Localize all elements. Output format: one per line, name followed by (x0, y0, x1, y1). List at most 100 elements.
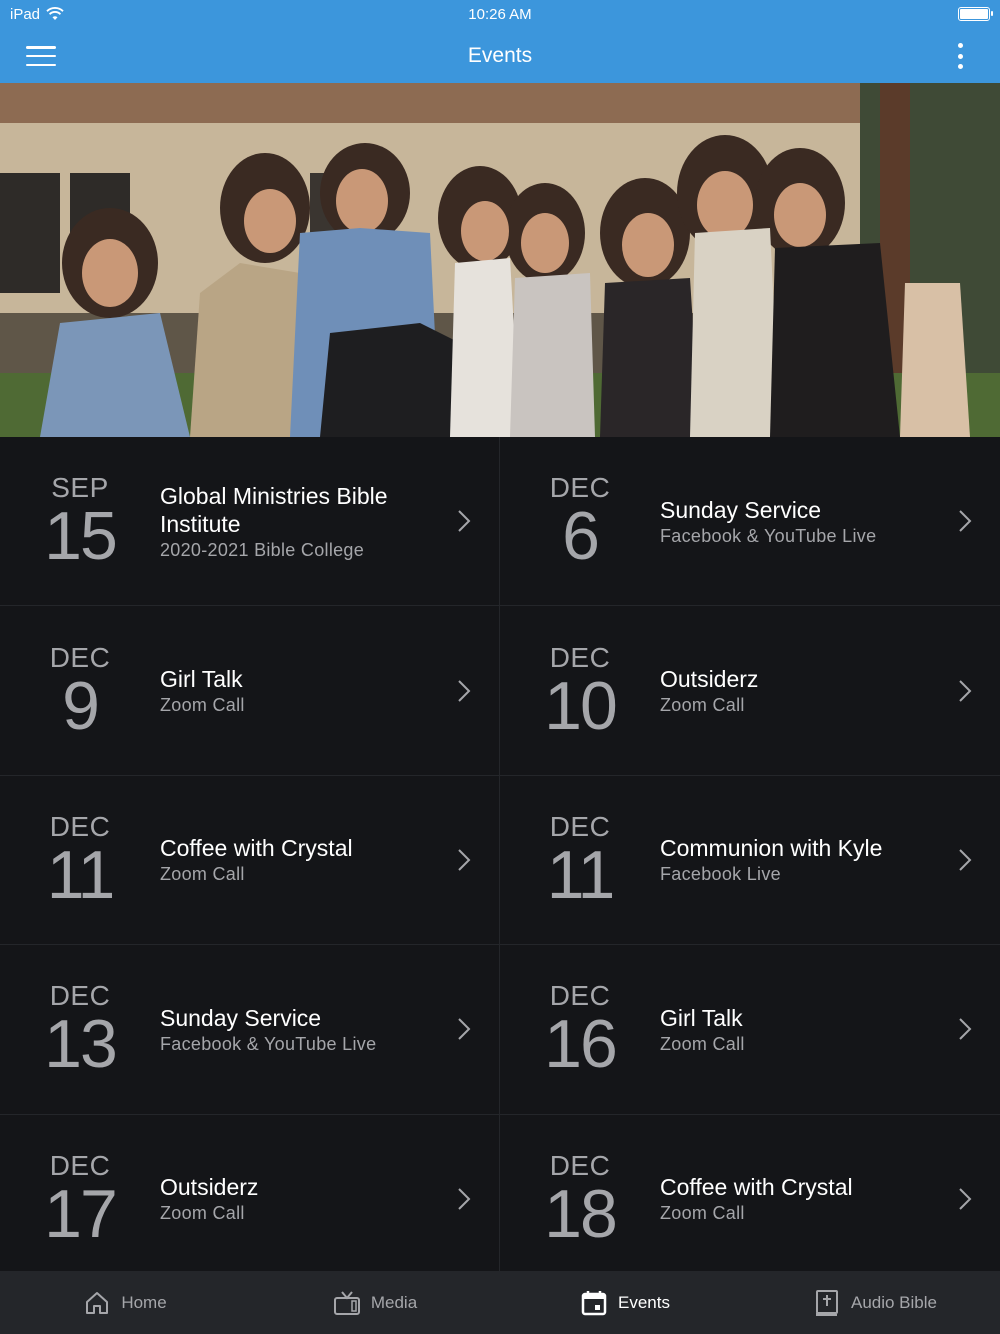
event-cell[interactable]: DEC 16 Girl Talk Zoom Call (500, 945, 1000, 1115)
event-date: DEC 10 (500, 642, 660, 744)
event-day: 11 (46, 836, 116, 913)
dot (957, 64, 963, 69)
event-day: 11 (546, 836, 616, 913)
chevron-right-icon (959, 849, 972, 871)
event-subtitle: Facebook Live (660, 864, 781, 885)
event-date: DEC 13 (0, 981, 160, 1079)
event-info: Global Ministries Bible Institute 2020-2… (160, 482, 499, 561)
chevron-right-icon (959, 1018, 972, 1041)
event-date: SEP 15 (0, 473, 160, 575)
event-subtitle: Zoom Call (660, 1203, 745, 1224)
nav-bar: Events (0, 28, 1000, 83)
hamburger-line (26, 54, 56, 58)
event-info: Outsiderz Zoom Call (660, 665, 1000, 716)
event-date: DEC 17 (0, 1150, 160, 1252)
event-day: 10 (544, 667, 618, 744)
event-cell[interactable]: DEC 10 Outsiderz Zoom Call (500, 606, 1000, 776)
event-title: Girl Talk (660, 1004, 743, 1031)
device-label: iPad (10, 5, 41, 23)
event-date: DEC 18 (500, 1150, 660, 1252)
dot (957, 53, 963, 59)
event-cell[interactable]: DEC 11 Communion with Kyle Facebook Live (500, 776, 1000, 946)
status-time: 10:26 AM (468, 5, 532, 23)
event-cell[interactable]: DEC 6 Sunday Service Facebook & YouTube … (500, 437, 1000, 607)
event-title: Outsiderz (660, 666, 759, 693)
event-info: Coffee with Crystal Zoom Call (660, 1173, 1000, 1224)
event-title: Coffee with Crystal (660, 1174, 853, 1201)
more-options-button[interactable] (950, 40, 970, 72)
event-title: Global Ministries Bible Institute (160, 482, 388, 537)
events-grid: SEP 15 Global Ministries Bible Institute… (0, 437, 1000, 1284)
hamburger-line (26, 63, 56, 66)
tab-label: Events (618, 1292, 670, 1312)
chevron-right-icon (458, 679, 471, 702)
event-subtitle: Facebook & YouTube Live (660, 525, 877, 546)
battery-icon (958, 7, 993, 21)
tab-media[interactable]: Media (250, 1271, 500, 1334)
event-date: DEC 16 (500, 981, 660, 1083)
tab-label: Media (370, 1292, 418, 1312)
chevron-right-icon (959, 1188, 972, 1210)
event-date: DEC 11 (0, 811, 160, 913)
event-info: Girl Talk Zoom Call (660, 1004, 1000, 1055)
event-title: Coffee with Crystal (160, 835, 353, 862)
tab-bar: Home Media Events Audio Bible (0, 1271, 1000, 1334)
chevron-right-icon (458, 849, 471, 871)
event-subtitle: Zoom Call (160, 864, 245, 885)
event-info: Outsiderz Zoom Call (160, 1173, 499, 1224)
tv-icon (333, 1290, 360, 1315)
event-title: Communion with Kyle (660, 835, 883, 862)
tab-events[interactable]: Events (500, 1271, 750, 1334)
event-info: Coffee with Crystal Zoom Call (160, 834, 499, 885)
event-title: Sunday Service (660, 496, 822, 523)
tab-label: Audio Bible (850, 1292, 937, 1312)
tab-label: Home (121, 1292, 167, 1312)
event-subtitle: 2020-2021 Bible College (160, 539, 365, 560)
event-cell[interactable]: DEC 17 Outsiderz Zoom Call (0, 1114, 500, 1284)
home-icon (86, 1291, 109, 1314)
chevron-right-icon (458, 510, 471, 532)
event-day: 16 (544, 1006, 618, 1083)
tab-audio-bible[interactable]: Audio Bible (750, 1271, 1000, 1334)
event-cell[interactable]: DEC 11 Coffee with Crystal Zoom Call (0, 775, 500, 946)
menu-button[interactable] (24, 42, 58, 70)
event-subtitle: Zoom Call (160, 695, 245, 716)
hero-image (0, 83, 1000, 437)
hamburger-line (26, 46, 56, 49)
event-title: Outsiderz (160, 1174, 259, 1201)
event-day: 6 (562, 498, 600, 575)
chevron-right-icon (458, 1018, 471, 1041)
event-cell[interactable]: DEC 18 Coffee with Crystal Zoom Call (500, 1115, 1000, 1284)
event-cell[interactable]: DEC 9 Girl Talk Zoom Call (0, 606, 500, 776)
dot (957, 43, 963, 48)
event-subtitle: Zoom Call (160, 1203, 245, 1224)
wifi-icon (46, 7, 64, 20)
group-photo (0, 83, 1000, 437)
event-subtitle: Zoom Call (660, 1033, 745, 1054)
event-info: Girl Talk Zoom Call (160, 665, 499, 716)
event-date: DEC 11 (500, 811, 660, 913)
bible-icon (815, 1289, 838, 1316)
event-day: 18 (544, 1175, 618, 1252)
event-cell[interactable]: SEP 15 Global Ministries Bible Institute… (0, 437, 500, 607)
calendar-icon (581, 1290, 607, 1315)
chevron-right-icon (959, 510, 972, 532)
chevron-right-icon (959, 679, 972, 702)
event-cell[interactable]: DEC 13 Sunday Service Facebook & YouTube… (0, 945, 500, 1115)
event-title: Girl Talk (160, 666, 243, 693)
event-date: DEC 6 (500, 473, 660, 575)
status-bar: iPad 10:26 AM (0, 0, 1000, 28)
event-day: 15 (44, 498, 118, 575)
status-left: iPad (10, 6, 64, 23)
tab-home[interactable]: Home (0, 1271, 250, 1334)
event-date: DEC 9 (0, 642, 160, 744)
event-info: Communion with Kyle Facebook Live (660, 834, 1000, 885)
event-subtitle: Facebook & YouTube Live (160, 1033, 377, 1054)
event-info: Sunday Service Facebook & YouTube Live (660, 496, 1000, 547)
event-day: 17 (44, 1175, 118, 1252)
event-info: Sunday Service Facebook & YouTube Live (160, 1004, 499, 1055)
event-title: Sunday Service (160, 1004, 322, 1031)
event-subtitle: Zoom Call (660, 695, 745, 716)
chevron-right-icon (458, 1188, 471, 1210)
event-day: 9 (62, 667, 100, 744)
